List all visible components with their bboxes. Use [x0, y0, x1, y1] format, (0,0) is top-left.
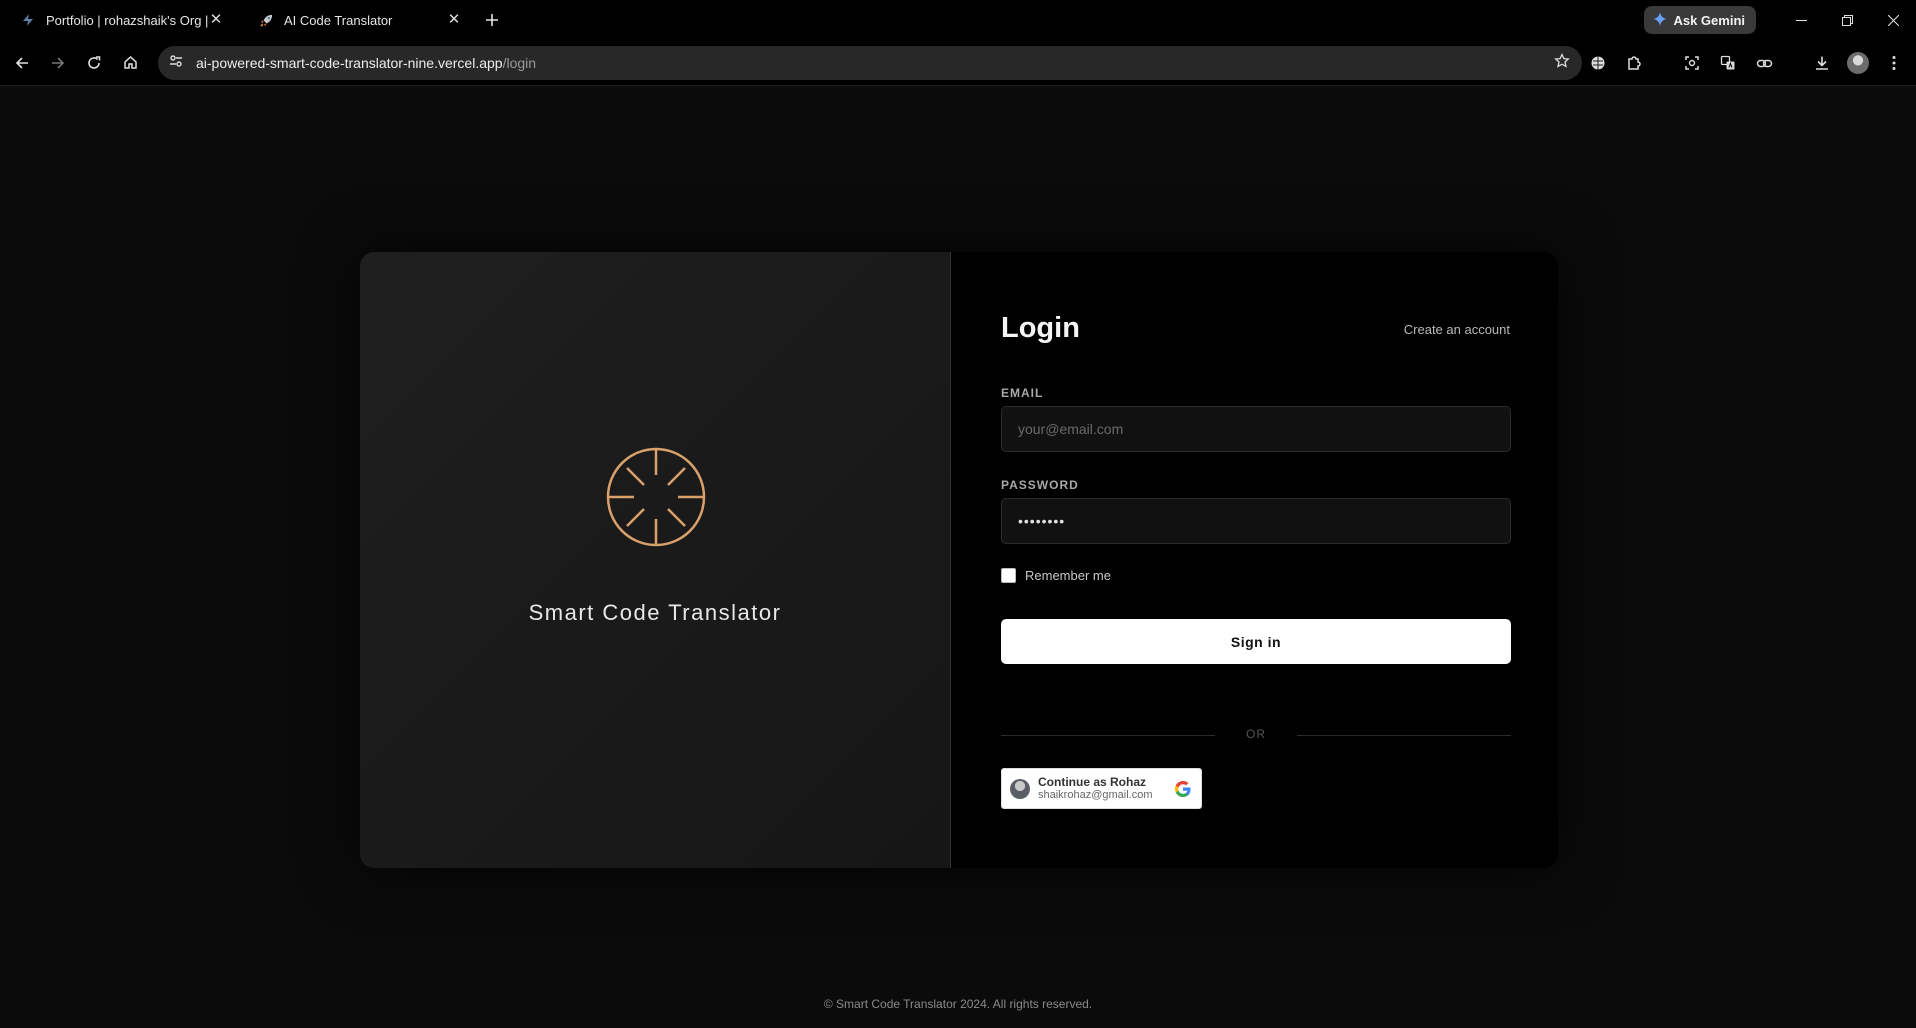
page-title: Login [1001, 312, 1080, 344]
supabase-bolt-icon [20, 12, 36, 28]
forward-button[interactable] [40, 45, 76, 81]
password-field[interactable] [1001, 498, 1511, 544]
minimize-button[interactable] [1778, 0, 1824, 40]
brand-name: Smart Code Translator [528, 600, 782, 625]
profile-avatar-icon[interactable] [1840, 45, 1876, 81]
home-button[interactable] [112, 45, 148, 81]
tab-title: AI Code Translator [284, 12, 393, 28]
sign-in-button[interactable]: Sign in [1001, 619, 1511, 664]
restore-button[interactable] [1824, 0, 1870, 40]
footer-copyright: © Smart Code Translator 2024. All rights… [823, 997, 1093, 1011]
rocket-icon [258, 12, 274, 28]
download-icon[interactable] [1804, 45, 1840, 81]
close-tab-icon[interactable]: ✕ [446, 12, 462, 28]
extension-globe-icon[interactable] [1580, 45, 1616, 81]
remember-me-row: Remember me [1001, 568, 1111, 583]
url-path: /login [502, 55, 537, 71]
google-account-name: Continue as Rohaz [1038, 774, 1147, 789]
brand-logo-icon [606, 447, 706, 547]
email-label: EMAIL [1001, 386, 1044, 400]
google-account-info: Continue as Rohaz shaikrohaz@gmail.com [1038, 774, 1173, 802]
login-form-panel: Login Create an account EMAIL PASSWORD R… [951, 252, 1558, 868]
tab-portfolio[interactable]: Portfolio | rohazshaik's Org | Su ✕ [0, 0, 238, 40]
site-settings-icon[interactable] [168, 53, 184, 74]
close-window-button[interactable] [1870, 0, 1916, 40]
browser-toolbar: ai-powered-smart-code-translator-nine.ve… [0, 40, 1916, 86]
login-card: Smart Code Translator Login Create an ac… [360, 252, 1558, 868]
remember-me-checkbox[interactable] [1001, 568, 1016, 583]
google-avatar [1010, 778, 1030, 799]
translate-icon[interactable] [1710, 45, 1746, 81]
google-continue-button[interactable]: Continue as Rohaz shaikrohaz@gmail.com [1001, 768, 1202, 809]
url-host: ai-powered-smart-code-translator-nine.ve… [196, 55, 503, 71]
google-account-email: shaikrohaz@gmail.com [1038, 788, 1153, 801]
email-field[interactable] [1001, 406, 1511, 452]
reload-button[interactable] [76, 45, 112, 81]
new-tab-button[interactable] [478, 6, 506, 34]
address-bar[interactable]: ai-powered-smart-code-translator-nine.ve… [158, 46, 1582, 80]
extensions-puzzle-icon[interactable] [1616, 45, 1652, 81]
tab-title: Portfolio | rohazshaik's Org | Su [46, 12, 208, 28]
screenshot-icon[interactable] [1674, 45, 1710, 81]
menu-kebab-icon[interactable] [1876, 45, 1912, 81]
or-text: OR [1246, 727, 1266, 741]
bookmark-star-icon[interactable] [1554, 52, 1570, 74]
back-button[interactable] [4, 45, 40, 81]
url-text[interactable]: ai-powered-smart-code-translator-nine.ve… [196, 55, 1554, 71]
remember-me-label: Remember me [1025, 568, 1111, 583]
password-label: PASSWORD [1001, 478, 1079, 492]
create-account-link[interactable]: Create an account [1404, 322, 1510, 337]
or-divider: OR [1001, 727, 1511, 743]
page: Smart Code Translator Login Create an ac… [0, 87, 1916, 1028]
tab-ai-code-translator[interactable]: AI Code Translator ✕ [238, 0, 476, 40]
close-tab-icon[interactable]: ✕ [208, 12, 224, 28]
link-icon[interactable] [1746, 45, 1782, 81]
google-logo-icon [1175, 780, 1191, 797]
divider-line [1297, 735, 1511, 736]
tab-bar: Portfolio | rohazshaik's Org | Su ✕ AI C… [0, 0, 1916, 40]
brand-panel: Smart Code Translator [360, 252, 951, 868]
gemini-sparkle-icon [1653, 11, 1668, 29]
ask-gemini-label: Ask Gemini [1673, 12, 1745, 28]
ask-gemini-button[interactable]: Ask Gemini [1644, 6, 1756, 34]
